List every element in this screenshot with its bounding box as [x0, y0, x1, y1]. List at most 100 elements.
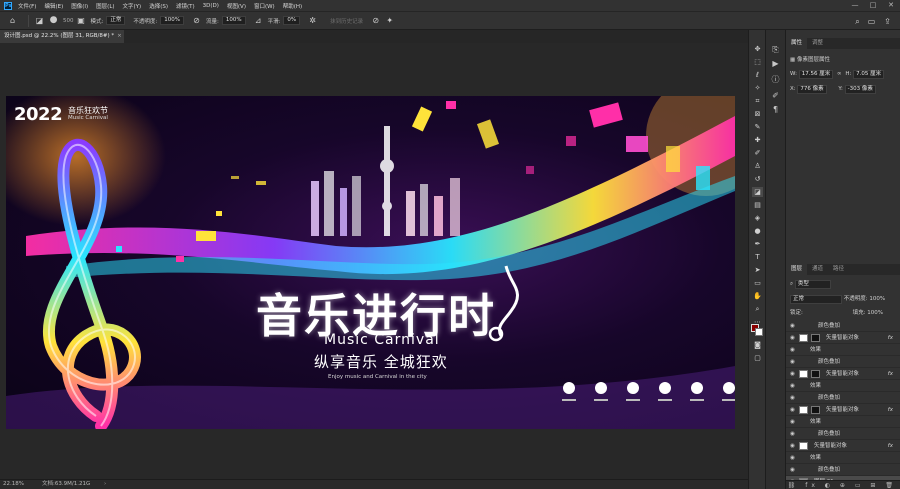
fx-icon[interactable]: fx	[888, 440, 893, 452]
dodge-tool-icon[interactable]: ●	[752, 226, 763, 236]
fx-icon[interactable]: fx	[888, 368, 893, 380]
magic-wand-tool-icon[interactable]: ✧	[752, 83, 763, 93]
layer-row[interactable]: ◉ 矢量智能对象 fx	[786, 404, 900, 416]
y-input[interactable]: -303 像素	[844, 85, 876, 94]
menu-help[interactable]: 帮助(H)	[283, 2, 302, 10]
move-tool-icon[interactable]: ✥	[752, 44, 763, 54]
shape-tool-icon[interactable]: ▭	[752, 278, 763, 288]
background-color-swatch[interactable]	[755, 328, 763, 336]
frame-tool-icon[interactable]: ⊠	[752, 109, 763, 119]
hand-tool-icon[interactable]: ✋	[752, 291, 763, 301]
type-tool-icon[interactable]: T	[752, 252, 763, 262]
close-window-button[interactable]: ✕	[882, 0, 900, 11]
menu-3d[interactable]: 3D(D)	[203, 3, 219, 9]
share-icon[interactable]: ⇪	[882, 16, 893, 27]
marquee-tool-icon[interactable]: ⬚	[752, 57, 763, 67]
link-proportions-icon[interactable]: ∞	[837, 71, 842, 77]
menu-edit[interactable]: 编辑(E)	[44, 2, 63, 10]
tab-adjustments[interactable]: 调整	[807, 38, 828, 49]
symmetry-icon[interactable]: ✦	[385, 16, 394, 25]
mode-select[interactable]: 正常	[106, 16, 126, 25]
eye-icon[interactable]: ◉	[789, 440, 796, 452]
menu-type[interactable]: 文字(Y)	[123, 2, 142, 10]
pressure-size-icon[interactable]: ⊘	[371, 16, 380, 25]
canvas-area[interactable]: 2022 音乐狂欢节 Music Carnival 音乐进行时 Music Ca…	[0, 43, 748, 479]
eye-icon[interactable]: ◉	[789, 356, 796, 368]
eye-icon[interactable]: ◉	[789, 428, 796, 440]
zoom-tool-icon[interactable]: ⌕	[752, 304, 763, 314]
layer-opacity-value[interactable]: 100%	[869, 296, 885, 302]
gradient-tool-icon[interactable]: ▤	[752, 200, 763, 210]
healing-brush-tool-icon[interactable]: ✚	[752, 135, 763, 145]
menu-view[interactable]: 视图(V)	[227, 2, 246, 10]
poster-artboard[interactable]: 2022 音乐狂欢节 Music Carnival 音乐进行时 Music Ca…	[6, 96, 735, 429]
status-arrow-icon[interactable]: ›	[104, 480, 106, 489]
maximize-button[interactable]: □	[864, 0, 882, 11]
layer-row[interactable]: ◉ 颜色叠加	[786, 320, 900, 332]
fx-icon[interactable]: fx	[888, 332, 893, 344]
tab-paths[interactable]: 路径	[828, 264, 849, 275]
gear-icon[interactable]: ✲	[308, 16, 317, 25]
paragraph-panel-icon[interactable]: ¶	[770, 104, 781, 115]
tab-layers[interactable]: 图层	[786, 264, 808, 275]
screen-mode-icon[interactable]: ▢	[752, 353, 763, 363]
blend-mode-select[interactable]: 正常	[790, 295, 842, 304]
layer-kind-filter[interactable]: 类型	[794, 280, 831, 289]
eraser-tool-icon[interactable]: ◪	[35, 16, 44, 25]
airbrush-icon[interactable]: ⊿	[254, 16, 263, 25]
layer-row[interactable]: ◉ 颜色叠加	[786, 392, 900, 404]
eye-icon[interactable]: ◉	[789, 332, 796, 344]
eye-icon[interactable]: ◉	[789, 416, 796, 428]
layer-row[interactable]: ◉ 效果	[786, 344, 900, 356]
crop-tool-icon[interactable]: ⌗	[752, 96, 763, 106]
blur-tool-icon[interactable]: ◈	[752, 213, 763, 223]
zoom-level[interactable]: 22.18%	[3, 480, 24, 489]
quick-mask-icon[interactable]: ◙	[752, 340, 763, 350]
path-selection-tool-icon[interactable]: ➤	[752, 265, 763, 275]
layer-row[interactable]: ◉ 颜色叠加	[786, 464, 900, 476]
layer-row[interactable]: ◉ 效果	[786, 452, 900, 464]
brush-tool-icon[interactable]: ✐	[752, 148, 763, 158]
layer-row[interactable]: ◉ 矢量智能对象 fx	[786, 332, 900, 344]
tab-properties[interactable]: 属性	[786, 38, 808, 49]
history-brush-tool-icon[interactable]: ↺	[752, 174, 763, 184]
minimize-button[interactable]: —	[846, 0, 864, 11]
eye-icon[interactable]: ◉	[789, 368, 796, 380]
x-input[interactable]: 776 像素	[797, 85, 827, 94]
menu-window[interactable]: 窗口(W)	[254, 2, 275, 10]
brush-settings-icon[interactable]: ▣	[77, 16, 86, 25]
workspace-icon[interactable]: ▭	[866, 16, 877, 27]
layer-row[interactable]: ◉ 颜色叠加	[786, 428, 900, 440]
lasso-tool-icon[interactable]: ℓ	[752, 70, 763, 80]
layer-row[interactable]: ◉ 效果	[786, 380, 900, 392]
layers-footer-icons[interactable]: ⛓ fx ◐ ⊕ ▭ ⊞ 🗑	[788, 482, 897, 489]
eye-icon[interactable]: ◉	[789, 392, 796, 404]
erase-history-option[interactable]: 抹到历史记录	[330, 17, 363, 25]
fill-value[interactable]: 100%	[867, 310, 883, 316]
brush-panel-icon[interactable]: ✐	[770, 90, 781, 101]
pen-tool-icon[interactable]: ✒	[752, 239, 763, 249]
menu-file[interactable]: 文件(F)	[18, 2, 36, 10]
layer-row[interactable]: ◉ 效果	[786, 416, 900, 428]
brush-preset-icon[interactable]: ●	[49, 16, 58, 25]
tab-channels[interactable]: 通道	[807, 264, 828, 275]
eraser-tool-icon[interactable]: ◪	[752, 187, 763, 197]
fx-icon[interactable]: fx	[888, 404, 893, 416]
height-input[interactable]: 7.05 厘米	[853, 70, 885, 79]
opacity-input[interactable]: 100%	[160, 16, 184, 25]
eye-icon[interactable]: ◉	[789, 404, 796, 416]
menu-filter[interactable]: 滤镜(T)	[176, 2, 195, 10]
history-panel-icon[interactable]: ⎘	[770, 44, 781, 55]
search-icon[interactable]: ⌕	[852, 16, 863, 27]
layer-row[interactable]: ◉ 矢量智能对象 fx	[786, 368, 900, 380]
document-tab[interactable]: 设计图.psd @ 22.2% (图层 31, RGB/8#) * ×	[0, 30, 124, 43]
eyedropper-tool-icon[interactable]: ✎	[752, 122, 763, 132]
eye-icon[interactable]: ◉	[789, 452, 796, 464]
eye-icon[interactable]: ◉	[789, 320, 796, 332]
eye-icon[interactable]: ◉	[789, 380, 796, 392]
eye-icon[interactable]: ◉	[789, 344, 796, 356]
pressure-opacity-icon[interactable]: ⊘	[192, 16, 201, 25]
menu-select[interactable]: 选择(S)	[149, 2, 168, 10]
menu-layer[interactable]: 图层(L)	[96, 2, 114, 10]
width-input[interactable]: 17.56 厘米	[798, 70, 834, 79]
